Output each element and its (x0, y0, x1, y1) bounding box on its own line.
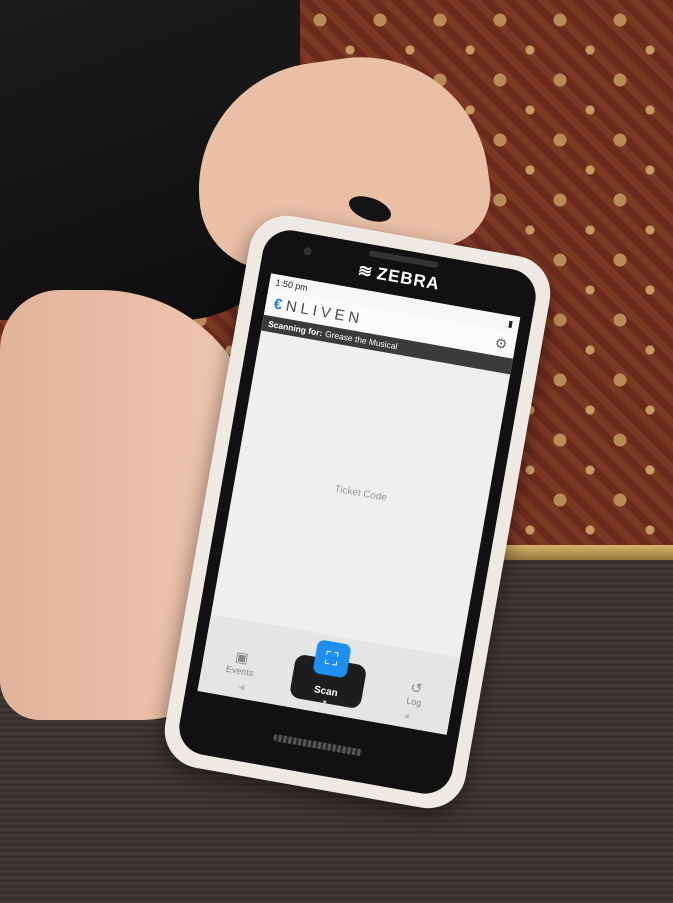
tab-log[interactable]: ↺ Log (384, 675, 448, 712)
nav-recents-icon[interactable]: ■ (404, 711, 410, 724)
battery-icon: ▮ (507, 317, 514, 329)
scan-frame-icon: ⛶ (311, 639, 352, 679)
app-screen: 1:50 pm ▮ €NLIVEN ⚙ Scanning for: Grease… (197, 273, 521, 735)
nav-back-icon[interactable]: ◀ (237, 682, 246, 695)
tab-log-label: Log (405, 695, 423, 708)
zebra-logo-icon: ≋ (356, 260, 375, 282)
ticket-code-area[interactable]: Ticket Code (211, 329, 511, 659)
nav-home-icon[interactable]: ● (321, 697, 328, 710)
ticket-code-placeholder: Ticket Code (333, 483, 388, 504)
settings-gear-icon[interactable]: ⚙ (494, 334, 509, 353)
speaker-grille (272, 733, 363, 757)
tab-events[interactable]: ▣ Events (209, 644, 273, 681)
